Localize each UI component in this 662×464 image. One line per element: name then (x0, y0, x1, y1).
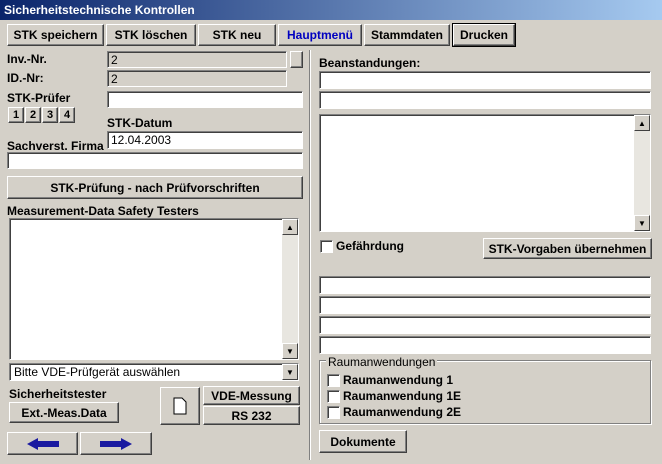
window-title: Sicherheitstechnische Kontrollen (0, 0, 662, 20)
extra-field-3[interactable] (319, 316, 651, 334)
stk-delete-button[interactable]: STK löschen (106, 24, 196, 46)
stk-pruefung-button[interactable]: STK-Prüfung - nach Prüfvorschriften (7, 176, 303, 199)
stk-new-button[interactable]: STK neu (198, 24, 276, 46)
sachverst-firma-label: Sachverst. Firma (7, 139, 104, 153)
column-divider (309, 50, 311, 460)
scroll-up-icon[interactable]: ▲ (634, 115, 650, 131)
stk-save-button[interactable]: STK speichern (7, 24, 104, 46)
inv-nr-field[interactable]: 2 (107, 51, 287, 68)
rs232-button[interactable]: RS 232 (203, 406, 300, 425)
document-icon (173, 397, 187, 415)
scroll-up-icon[interactable]: ▲ (282, 219, 298, 235)
measurement-data-label: Measurement-Data Safety Testers (7, 204, 199, 218)
arrow-right-icon (100, 437, 132, 450)
pruefer-1-button[interactable]: 1 (8, 107, 24, 123)
gefaehrdung-checkbox[interactable] (320, 240, 333, 253)
sachverst-firma-field[interactable] (7, 152, 303, 169)
measurement-data-list[interactable]: ▲ ▼ (9, 218, 299, 360)
beanstandungen-scrollbar[interactable]: ▲ ▼ (634, 115, 650, 231)
arrow-left-icon (26, 437, 59, 450)
beanstandungen-textarea[interactable]: ▲ ▼ (319, 114, 651, 232)
main-window: Sicherheitstechnische Kontrollen STK spe… (0, 0, 662, 464)
id-nr-field[interactable]: 2 (107, 70, 287, 87)
main-menu-button[interactable]: Hauptmenü (278, 24, 362, 46)
vde-device-select[interactable]: Bitte VDE-Prüfgerät auswählen ▼ (9, 363, 299, 381)
raumanwendung-2e-checkbox[interactable] (327, 406, 340, 419)
raumanwendung-1-checkbox[interactable] (327, 374, 340, 387)
inv-nr-label: Inv.-Nr. (7, 52, 47, 66)
raumanwendungen-label: Raumanwendungen (326, 355, 438, 369)
extra-field-2[interactable] (319, 296, 651, 314)
beanstandung-field-2[interactable] (319, 91, 651, 109)
sicherheitstester-label: Sicherheitstester (9, 387, 107, 401)
stk-vorgaben-button[interactable]: STK-Vorgaben übernehmen (483, 238, 652, 259)
gefaehrdung-label: Gefährdung (336, 239, 404, 253)
pruefer-4-button[interactable]: 4 (59, 107, 75, 123)
chevron-down-icon[interactable]: ▼ (282, 364, 298, 380)
dokumente-button[interactable]: Dokumente (319, 430, 407, 453)
document-button[interactable] (160, 387, 200, 425)
stk-pruefer-field[interactable] (107, 91, 303, 108)
extra-field-4[interactable] (319, 336, 651, 354)
beanstandung-field-1[interactable] (319, 71, 651, 89)
print-button[interactable]: Drucken (452, 23, 516, 47)
previous-record-button[interactable] (7, 432, 78, 455)
beanstandungen-label: Beanstandungen: (319, 56, 421, 70)
inv-nr-lookup-button[interactable] (290, 51, 303, 68)
next-record-button[interactable] (80, 432, 152, 455)
raumanwendung-1e-label: Raumanwendung 1E (343, 389, 462, 403)
stk-pruefer-label: STK-Prüfer (7, 91, 71, 105)
measurement-scrollbar[interactable]: ▲ ▼ (282, 219, 298, 359)
raumanwendung-2e-label: Raumanwendung 2E (343, 405, 462, 419)
id-nr-label: ID.-Nr: (7, 71, 44, 85)
vde-device-select-value: Bitte VDE-Prüfgerät auswählen (14, 365, 181, 379)
pruefer-2-button[interactable]: 2 (25, 107, 41, 123)
scroll-down-icon[interactable]: ▼ (634, 215, 650, 231)
scroll-down-icon[interactable]: ▼ (282, 343, 298, 359)
raumanwendung-1-label: Raumanwendung 1 (343, 373, 454, 387)
extra-field-1[interactable] (319, 276, 651, 294)
vde-messung-button[interactable]: VDE-Messung (203, 386, 300, 405)
stk-datum-field[interactable]: 12.04.2003 (107, 131, 303, 149)
master-data-button[interactable]: Stammdaten (364, 24, 450, 46)
raumanwendung-1e-checkbox[interactable] (327, 390, 340, 403)
ext-meas-data-button[interactable]: Ext.-Meas.Data (9, 402, 119, 423)
pruefer-3-button[interactable]: 3 (42, 107, 58, 123)
stk-datum-label: STK-Datum (107, 116, 173, 130)
